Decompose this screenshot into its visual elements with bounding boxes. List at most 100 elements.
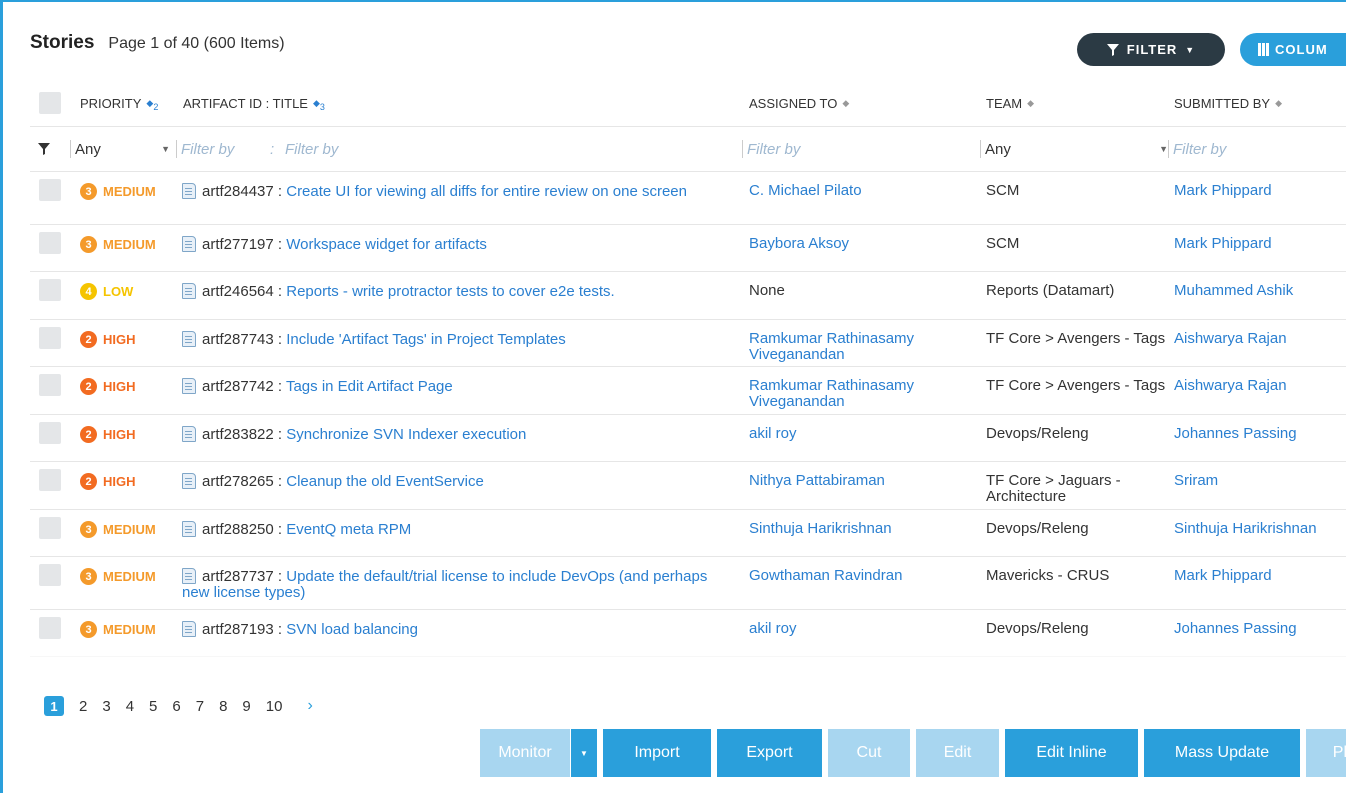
column-header-team[interactable]: TEAM ◆ — [986, 80, 1034, 126]
table-row[interactable]: 2 HIGH artf278265 : Cleanup the old EventS… — [30, 462, 1346, 510]
row-checkbox[interactable] — [39, 179, 61, 201]
artifact-title-link[interactable]: Reports - write protractor tests to cove… — [286, 283, 614, 300]
priority-number: 2 — [80, 331, 97, 348]
page-link[interactable]: 6 — [172, 698, 180, 715]
assigned-to-link[interactable]: Baybora Aksoy — [749, 236, 964, 252]
column-header-assigned[interactable]: ASSIGNED TO ◆ — [749, 80, 849, 126]
select-all-checkbox[interactable] — [39, 80, 61, 126]
row-checkbox[interactable] — [39, 517, 61, 539]
table-row[interactable]: 3 MEDIUM artf288250 : EventQ meta RPM Sinth… — [30, 510, 1346, 557]
column-header-submitted[interactable]: SUBMITTED BY ◆ — [1174, 80, 1282, 126]
artifact-title-link[interactable]: SVN load balancing — [286, 621, 418, 638]
artifact-title-link[interactable]: Cleanup the old EventService — [286, 473, 484, 490]
column-header-artifact[interactable]: ARTIFACT ID : TITLE ◆ 3 — [183, 80, 325, 126]
page-link[interactable]: 5 — [149, 698, 157, 715]
filter-toggle[interactable] — [38, 127, 50, 171]
assigned-to-link[interactable]: Gowthaman Ravindran — [749, 568, 964, 584]
row-checkbox[interactable] — [39, 564, 61, 586]
export-button[interactable]: Export — [717, 729, 822, 777]
submitted-by-link[interactable]: Johannes Passing — [1174, 426, 1346, 442]
artifact-id-filter-input[interactable]: Filter by — [176, 127, 234, 171]
team-cell: Devops/Releng — [986, 620, 1089, 637]
monitor-dropdown-button[interactable]: ▼ — [571, 729, 597, 777]
table-row[interactable]: 2 HIGH artf287742 : Tags in Edit Artifact … — [30, 367, 1346, 415]
priority-filter-value: Any — [75, 140, 101, 158]
artifact-cell: artf278265 : Cleanup the old EventServic… — [182, 473, 732, 490]
sort-icon: ◆ — [1275, 97, 1282, 108]
priority-filter-select[interactable]: Any ▼ — [70, 127, 170, 171]
page-link[interactable]: 9 — [242, 698, 250, 715]
title-filter-input[interactable]: Filter by — [285, 127, 338, 171]
page-header: Stories Page 1 of 40 (600 Items) — [30, 32, 285, 62]
page-links: 2 3 4 5 6 7 8 9 10 — [79, 698, 282, 715]
table-row[interactable]: 3 MEDIUM artf284437 : Create UI for viewin… — [30, 172, 1346, 225]
mass-update-button[interactable]: Mass Update — [1144, 729, 1300, 777]
page-link[interactable]: 10 — [266, 698, 283, 715]
table-row[interactable]: 3 MEDIUM artf277197 : Workspace widget for… — [30, 225, 1346, 272]
artifact-title-link[interactable]: Create UI for viewing all diffs for enti… — [286, 183, 687, 200]
monitor-button[interactable]: Monitor — [480, 729, 570, 777]
story-icon — [182, 183, 196, 199]
artifact-title-link[interactable]: Synchronize SVN Indexer execution — [286, 426, 526, 443]
assigned-to-link[interactable]: Nithya Pattabiraman — [749, 473, 964, 489]
story-icon — [182, 378, 196, 394]
page-link[interactable]: 4 — [126, 698, 134, 715]
submitted-by-link[interactable]: Muhammed Ashik — [1174, 283, 1346, 299]
row-checkbox[interactable] — [39, 617, 61, 639]
table-row[interactable]: 3 MEDIUM artf287737 : Update the default/t… — [30, 557, 1346, 610]
page-link[interactable]: 8 — [219, 698, 227, 715]
edit-inline-button[interactable]: Edit Inline — [1005, 729, 1138, 777]
team-cell: Devops/Releng — [986, 520, 1089, 537]
assigned-to-link[interactable]: Sinthuja Harikrishnan — [749, 521, 964, 537]
priority-label: HIGH — [103, 331, 136, 347]
table-row[interactable]: 2 HIGH artf283822 : Synchronize SVN Indexe… — [30, 415, 1346, 462]
table-row[interactable]: 2 HIGH artf287743 : Include 'Artifact Tags… — [30, 320, 1346, 367]
assigned-to-link[interactable]: C. Michael Pilato — [749, 183, 964, 199]
assigned-to-link[interactable]: Ramkumar Rathinasamy Viveganandan — [749, 331, 964, 363]
submitted-by-link[interactable]: Sinthuja Harikrishnan — [1174, 521, 1346, 537]
assigned-to-link[interactable]: akil roy — [749, 426, 964, 442]
assigned-filter-input[interactable]: Filter by — [742, 127, 800, 171]
row-checkbox[interactable] — [39, 327, 61, 349]
priority-number: 3 — [80, 183, 97, 200]
edit-button[interactable]: Edit — [916, 729, 999, 777]
columns-button[interactable]: COLUM — [1240, 33, 1346, 66]
assigned-header-label: ASSIGNED TO — [749, 95, 838, 111]
page-link[interactable]: 7 — [196, 698, 204, 715]
priority-sort-rank: 2 — [153, 102, 159, 112]
submitted-by-link[interactable]: Aishwarya Rajan — [1174, 331, 1346, 347]
priority-label: HIGH — [103, 378, 136, 394]
artifact-title-link[interactable]: Include 'Artifact Tags' in Project Templ… — [286, 331, 565, 348]
submitted-by-link[interactable]: Johannes Passing — [1174, 621, 1346, 637]
page-link[interactable]: 3 — [102, 698, 110, 715]
artifact-title-link[interactable]: Workspace widget for artifacts — [286, 236, 487, 253]
story-icon — [182, 331, 196, 347]
table-row[interactable]: 4 LOW artf246564 : Reports - write protrac… — [30, 272, 1346, 320]
submitted-filter-input[interactable]: Filter by — [1168, 127, 1226, 171]
chevron-right-icon[interactable]: › — [307, 697, 312, 715]
row-checkbox[interactable] — [39, 422, 61, 444]
cut-button[interactable]: Cut — [828, 729, 910, 777]
submitted-by-link[interactable]: Mark Phippard — [1174, 183, 1346, 199]
row-checkbox[interactable] — [39, 374, 61, 396]
overflow-action-button[interactable]: Pl — [1306, 729, 1346, 777]
assigned-to-link[interactable]: akil roy — [749, 621, 964, 637]
story-icon — [182, 568, 196, 584]
row-checkbox[interactable] — [39, 232, 61, 254]
assigned-to-link[interactable]: Ramkumar Rathinasamy Viveganandan — [749, 378, 964, 410]
column-header-priority[interactable]: PRIORITY ◆ 2 — [80, 80, 158, 126]
team-filter-select[interactable]: Any ▼ — [980, 127, 1168, 171]
chevron-down-icon: ▼ — [1159, 144, 1168, 154]
submitted-by-link[interactable]: Sriram — [1174, 473, 1346, 489]
submitted-by-link[interactable]: Mark Phippard — [1174, 568, 1346, 584]
row-checkbox[interactable] — [39, 469, 61, 491]
submitted-by-link[interactable]: Mark Phippard — [1174, 236, 1346, 252]
filter-button[interactable]: FILTER ▼ — [1077, 33, 1225, 66]
page-link[interactable]: 2 — [79, 698, 87, 715]
artifact-title-link[interactable]: EventQ meta RPM — [286, 521, 411, 538]
page-link-current[interactable]: 1 — [44, 696, 64, 716]
submitted-by-link[interactable]: Aishwarya Rajan — [1174, 378, 1346, 394]
row-checkbox[interactable] — [39, 279, 61, 301]
artifact-title-link[interactable]: Tags in Edit Artifact Page — [286, 378, 453, 395]
import-button[interactable]: Import — [603, 729, 711, 777]
